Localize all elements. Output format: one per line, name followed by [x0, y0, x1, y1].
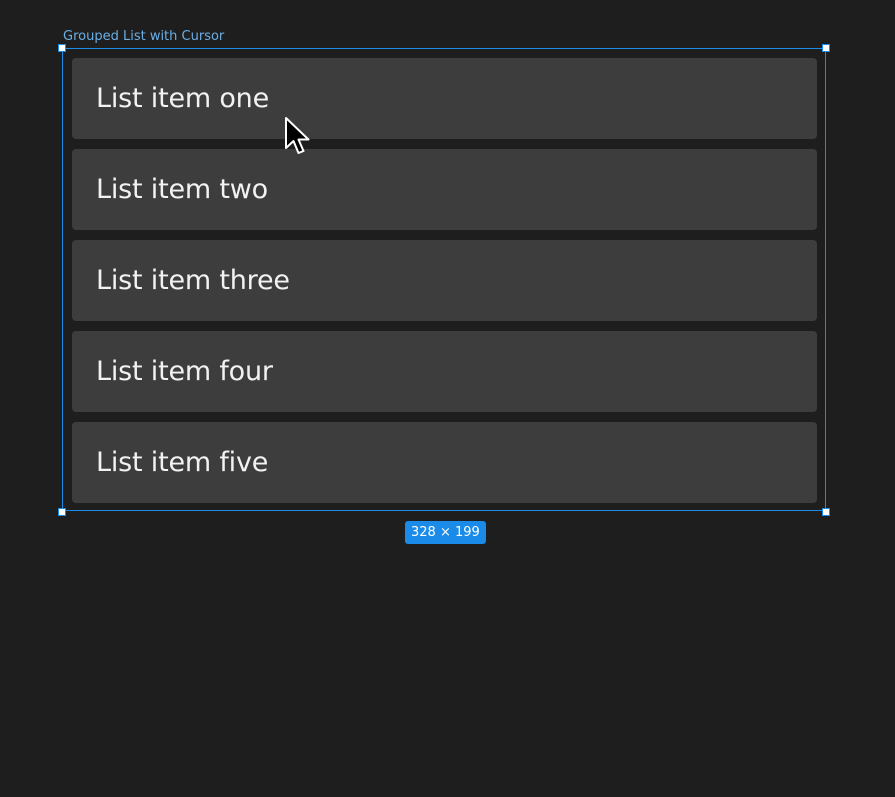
list-item-label: List item four — [96, 356, 273, 387]
list-item-label: List item five — [96, 447, 269, 478]
grouped-list: List item one List item two List item th… — [72, 58, 817, 503]
resize-handle-bottom-right[interactable] — [822, 508, 830, 516]
list-item-label: List item one — [96, 83, 270, 114]
resize-handle-top-left[interactable] — [58, 44, 66, 52]
list-item-four[interactable]: List item four — [72, 331, 817, 412]
list-item-three[interactable]: List item three — [72, 240, 817, 321]
frame-label[interactable]: Grouped List with Cursor — [63, 29, 224, 45]
dimensions-badge: 328 × 199 — [405, 521, 486, 544]
list-item-two[interactable]: List item two — [72, 149, 817, 230]
list-item-label: List item two — [96, 174, 268, 205]
resize-handle-top-right[interactable] — [822, 44, 830, 52]
list-item-label: List item three — [96, 265, 290, 296]
list-item-one[interactable]: List item one — [72, 58, 817, 139]
resize-handle-bottom-left[interactable] — [58, 508, 66, 516]
list-item-five[interactable]: List item five — [72, 422, 817, 503]
pointer-cursor-icon — [285, 117, 310, 154]
